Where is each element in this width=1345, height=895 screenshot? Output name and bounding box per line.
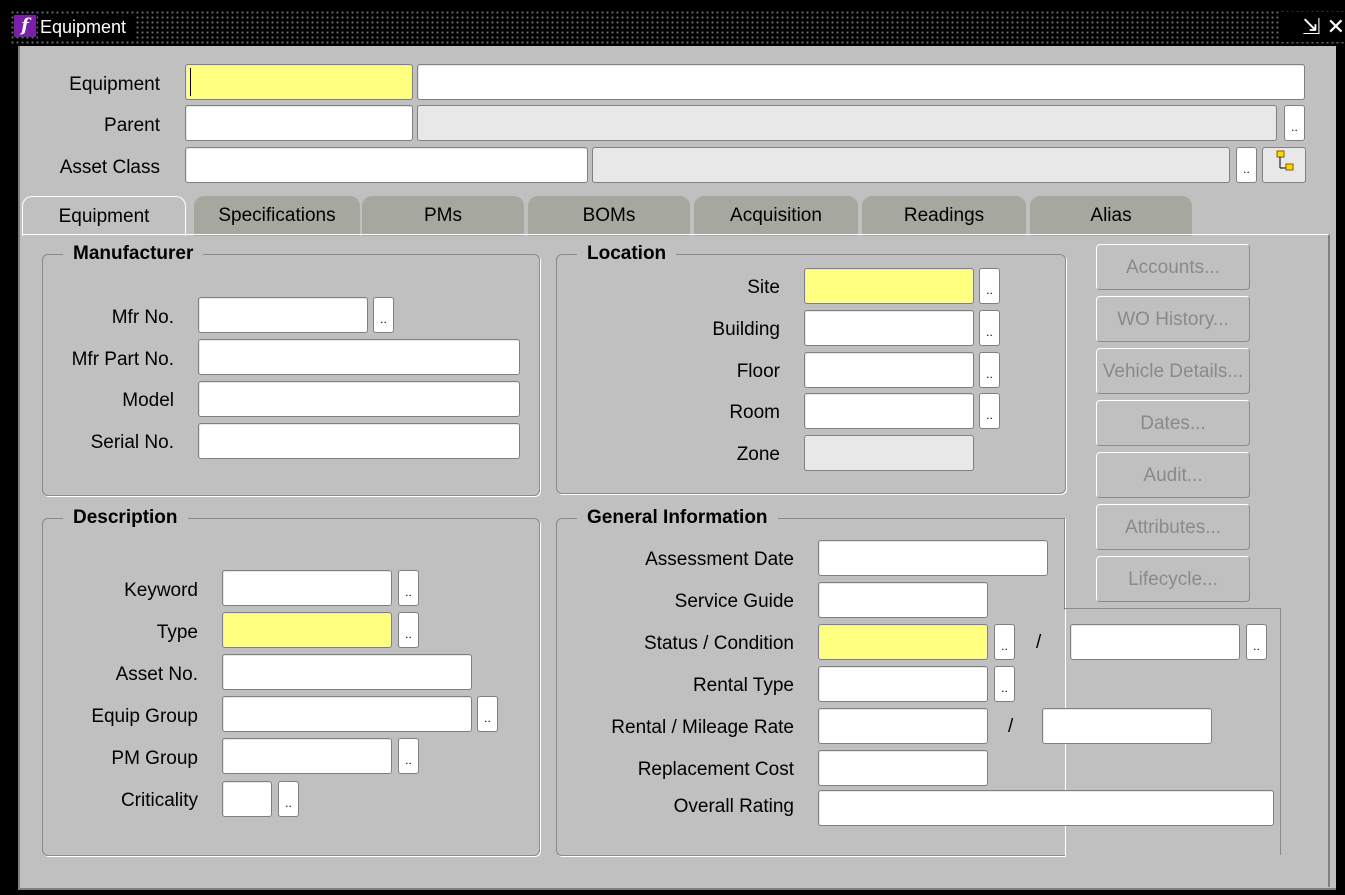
mfr-no-input[interactable] [198, 297, 368, 333]
serial-no-input[interactable] [198, 423, 520, 459]
asset-class-lov-button[interactable]: .. [1236, 147, 1257, 183]
criticality-lov-button[interactable]: .. [278, 781, 299, 817]
criticality-label: Criticality [120, 790, 198, 811]
tab-readings[interactable]: Readings [862, 196, 1026, 236]
close-icon[interactable]: ✕ [1327, 14, 1345, 39]
type-lov-button[interactable]: .. [398, 612, 419, 648]
rental-type-input[interactable] [818, 666, 988, 702]
audit-button[interactable]: Audit... [1096, 452, 1250, 498]
pm-group-label: PM Group [111, 748, 198, 769]
floor-lov-button[interactable]: .. [979, 352, 1000, 388]
parent-input[interactable] [185, 105, 413, 141]
title-bar[interactable]: f Equipment ⇲ ✕ [10, 10, 1345, 44]
asset-class-description-input [592, 147, 1230, 183]
equipment-code-input[interactable] [185, 64, 413, 100]
asset-no-label: Asset No. [115, 664, 198, 685]
equip-group-input[interactable] [222, 696, 472, 732]
manufacturer-group: Manufacturer [42, 241, 540, 496]
condition-input[interactable] [1070, 624, 1240, 660]
floor-input[interactable] [804, 352, 974, 388]
asset-no-input[interactable] [222, 654, 472, 690]
location-title: Location [577, 241, 677, 267]
pm-group-lov-button[interactable]: .. [398, 738, 419, 774]
equipment-description-input[interactable] [417, 64, 1305, 100]
criticality-input[interactable] [222, 781, 272, 817]
asset-class-input[interactable] [185, 147, 588, 183]
equip-group-lov-button[interactable]: .. [477, 696, 498, 732]
site-lov-button[interactable]: .. [979, 268, 1000, 304]
pm-group-input[interactable] [222, 738, 392, 774]
equipment-window: f Equipment ⇲ ✕ Equipment Parent .. Asset… [0, 0, 1345, 895]
text-cursor [190, 68, 191, 96]
keyword-input[interactable] [222, 570, 392, 606]
status-condition-separator: / [1036, 632, 1042, 653]
wo-history-button[interactable]: WO History... [1096, 296, 1250, 342]
tab-equipment[interactable]: Equipment [22, 196, 186, 236]
zone-input [804, 435, 974, 471]
lifecycle-button[interactable]: Lifecycle... [1096, 556, 1250, 602]
rental-mileage-label: Rental / Mileage Rate [611, 717, 794, 738]
minimize-icon[interactable]: ⇲ [1302, 14, 1320, 39]
manufacturer-title: Manufacturer [63, 241, 204, 267]
building-input[interactable] [804, 310, 974, 346]
rental-rate-input[interactable] [818, 708, 988, 744]
mfr-no-label: Mfr No. [111, 307, 174, 328]
condition-lov-button[interactable]: .. [1246, 624, 1267, 660]
dates-button[interactable]: Dates... [1096, 400, 1250, 446]
room-label: Room [729, 402, 780, 423]
parent-description-input [417, 105, 1277, 141]
parent-label: Parent [104, 115, 160, 136]
overall-rating-input[interactable] [818, 790, 1274, 826]
replacement-cost-input[interactable] [818, 750, 988, 786]
site-input[interactable] [804, 268, 974, 304]
tab-pms[interactable]: PMs [362, 196, 524, 236]
service-guide-input[interactable] [818, 582, 988, 618]
window-title: Equipment [38, 14, 135, 40]
accounts-button[interactable]: Accounts... [1096, 244, 1250, 290]
assessment-date-label: Assessment Date [645, 549, 794, 570]
general-information-title: General Information [577, 505, 778, 531]
replacement-cost-label: Replacement Cost [637, 759, 794, 780]
asset-class-label: Asset Class [59, 157, 160, 178]
tab-acquisition[interactable]: Acquisition [694, 196, 858, 236]
parent-lov-button[interactable]: .. [1284, 105, 1305, 141]
status-lov-button[interactable]: .. [994, 624, 1015, 660]
rental-mileage-separator: / [1008, 716, 1014, 737]
attributes-button[interactable]: Attributes... [1096, 504, 1250, 550]
building-lov-button[interactable]: .. [979, 310, 1000, 346]
model-label: Model [122, 390, 174, 411]
model-input[interactable] [198, 381, 520, 417]
tab-specifications[interactable]: Specifications [194, 196, 360, 236]
room-lov-button[interactable]: .. [979, 393, 1000, 429]
tab-alias[interactable]: Alias [1030, 196, 1192, 236]
hierarchy-icon[interactable] [1262, 147, 1306, 183]
rental-type-label: Rental Type [692, 675, 794, 696]
tab-boms[interactable]: BOMs [528, 196, 690, 236]
floor-label: Floor [736, 361, 780, 382]
keyword-lov-button[interactable]: .. [398, 570, 419, 606]
mileage-rate-input[interactable] [1042, 708, 1212, 744]
equip-group-label: Equip Group [91, 706, 198, 727]
equipment-label: Equipment [69, 74, 160, 95]
mfr-part-no-input[interactable] [198, 339, 520, 375]
mfr-no-lov-button[interactable]: .. [373, 297, 394, 333]
oracle-forms-logo-icon: f [14, 15, 36, 37]
rental-type-lov-button[interactable]: .. [994, 666, 1015, 702]
building-label: Building [712, 319, 780, 340]
service-guide-label: Service Guide [674, 591, 794, 612]
assessment-date-input[interactable] [818, 540, 1048, 576]
keyword-label: Keyword [124, 580, 198, 601]
description-title: Description [63, 505, 188, 531]
status-input[interactable] [818, 624, 988, 660]
serial-no-label: Serial No. [90, 432, 174, 453]
mfr-part-no-label: Mfr Part No. [71, 349, 174, 370]
status-condition-label: Status / Condition [644, 633, 794, 654]
vehicle-details-button[interactable]: Vehicle Details... [1096, 348, 1250, 394]
type-label: Type [156, 622, 198, 643]
type-input[interactable] [222, 612, 392, 648]
site-label: Site [747, 277, 780, 298]
overall-rating-label: Overall Rating [673, 796, 794, 817]
zone-label: Zone [736, 444, 780, 465]
room-input[interactable] [804, 393, 974, 429]
